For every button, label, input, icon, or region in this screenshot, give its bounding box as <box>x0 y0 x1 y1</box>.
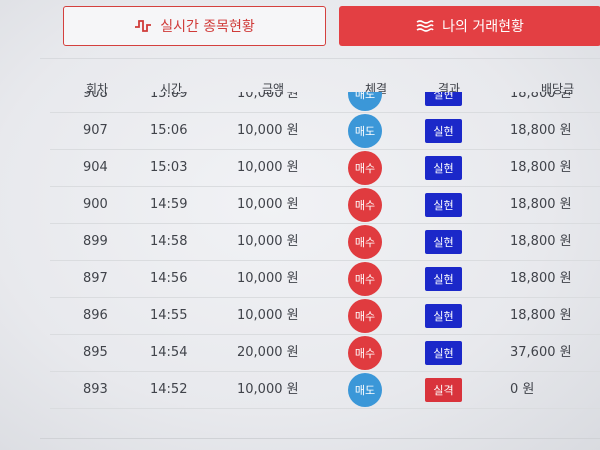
round-cell: 904 <box>83 160 108 175</box>
time-cell: 14:55 <box>150 308 188 323</box>
payout-cell: 18,800 원 <box>510 234 572 249</box>
time-cell: 14:59 <box>150 197 188 212</box>
app-screen: 실시간 종목현황 나의 거래현황 회차 시간 금액 체결 결과 배당금 908 1… <box>0 0 600 450</box>
result-badge: 실현 <box>425 230 462 254</box>
amount-cell: 10,000 원 <box>237 382 299 397</box>
tab-divider <box>40 58 600 59</box>
table-row: 899 14:58 10,000 원 매수 실현 18,800 원 <box>50 224 600 261</box>
direction-badge: 매수 <box>348 188 382 222</box>
time-cell: 14:54 <box>150 345 188 360</box>
time-cell: 15:03 <box>150 160 188 175</box>
table-row: 900 14:59 10,000 원 매수 실현 18,800 원 <box>50 187 600 224</box>
time-cell: 14:52 <box>150 382 188 397</box>
amount-cell: 10,000 원 <box>237 271 299 286</box>
tab-my-trades-label: 나의 거래현황 <box>442 19 524 35</box>
amount-cell: 20,000 원 <box>237 345 299 360</box>
round-cell: 899 <box>83 234 108 249</box>
table-row: 904 15:03 10,000 원 매수 실현 18,800 원 <box>50 150 600 187</box>
amount-cell: 10,000 원 <box>237 197 299 212</box>
round-cell: 895 <box>83 345 108 360</box>
round-cell: 897 <box>83 271 108 286</box>
tab-my-trades[interactable]: 나의 거래현황 <box>339 6 600 46</box>
table-row: 907 15:06 10,000 원 매도 실현 18,800 원 <box>50 113 600 150</box>
amount-cell: 10,000 원 <box>237 234 299 249</box>
waves-icon <box>416 20 434 32</box>
payout-cell: 37,600 원 <box>510 345 572 360</box>
table-footer-divider <box>40 438 600 439</box>
trade-rows: 908 15:09 10,000 원 매도 실현 18,800 원 907 15:06 10,0… <box>0 92 600 409</box>
time-cell: 15:09 <box>150 92 188 101</box>
table-row: 897 14:56 10,000 원 매수 실현 18,800 원 <box>50 261 600 298</box>
round-cell: 893 <box>83 382 108 397</box>
payout-cell: 18,800 원 <box>510 197 572 212</box>
direction-badge: 매수 <box>348 262 382 296</box>
result-badge: 실현 <box>425 304 462 328</box>
result-badge: 실격 <box>425 378 462 402</box>
amount-cell: 10,000 원 <box>237 308 299 323</box>
result-badge: 실현 <box>425 267 462 291</box>
trade-table[interactable]: 908 15:09 10,000 원 매도 실현 18,800 원 907 15:06 10,0… <box>0 92 600 410</box>
amount-cell: 10,000 원 <box>237 92 299 101</box>
table-row: 896 14:55 10,000 원 매수 실현 18,800 원 <box>50 298 600 335</box>
payout-cell: 18,800 원 <box>510 92 572 101</box>
pulse-wave-icon <box>135 20 152 32</box>
time-cell: 14:56 <box>150 271 188 286</box>
payout-cell: 0 원 <box>510 382 535 397</box>
round-cell: 907 <box>83 123 108 138</box>
tab-realtime-label: 실시간 종목현황 <box>160 19 255 35</box>
amount-cell: 10,000 원 <box>237 123 299 138</box>
result-badge: 실현 <box>425 92 462 106</box>
result-badge: 실현 <box>425 341 462 365</box>
direction-badge: 매도 <box>348 114 382 148</box>
tab-realtime-status[interactable]: 실시간 종목현황 <box>63 6 326 46</box>
round-cell: 900 <box>83 197 108 212</box>
result-badge: 실현 <box>425 193 462 217</box>
time-cell: 14:58 <box>150 234 188 249</box>
payout-cell: 18,800 원 <box>510 123 572 138</box>
table-row: 895 14:54 20,000 원 매수 실현 37,600 원 <box>50 335 600 372</box>
direction-badge: 매수 <box>348 151 382 185</box>
direction-badge: 매수 <box>348 336 382 370</box>
direction-badge: 매수 <box>348 225 382 259</box>
payout-cell: 18,800 원 <box>510 160 572 175</box>
round-cell: 896 <box>83 308 108 323</box>
table-row: 893 14:52 10,000 원 매도 실격 0 원 <box>50 372 600 409</box>
direction-badge: 매도 <box>348 373 382 407</box>
result-badge: 실현 <box>425 119 462 143</box>
time-cell: 15:06 <box>150 123 188 138</box>
payout-cell: 18,800 원 <box>510 271 572 286</box>
round-cell: 908 <box>83 92 108 101</box>
amount-cell: 10,000 원 <box>237 160 299 175</box>
direction-badge: 매수 <box>348 299 382 333</box>
result-badge: 실현 <box>425 156 462 180</box>
direction-badge: 매도 <box>348 92 382 111</box>
payout-cell: 18,800 원 <box>510 308 572 323</box>
table-row: 908 15:09 10,000 원 매도 실현 18,800 원 <box>50 92 600 113</box>
